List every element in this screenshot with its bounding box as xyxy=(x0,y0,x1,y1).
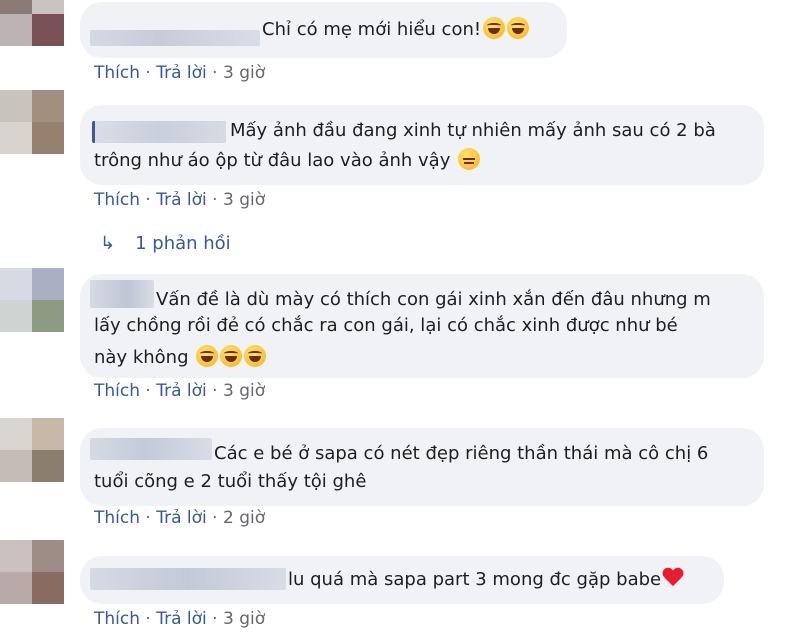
avatar-pixel xyxy=(0,418,32,450)
comment-text-line: Chỉ có mẹ mới hiểu con! xyxy=(262,19,482,40)
comment-text-line: lấy chồng rồi đẻ có chắc ra con gái, lại… xyxy=(94,315,678,336)
like-link[interactable]: Thích xyxy=(94,381,140,401)
avatar[interactable] xyxy=(0,268,64,332)
comment-text: lấy chồng rồi đẻ có chắc ra con gái, lại… xyxy=(94,310,678,374)
comment-actions: Thích · Trả lời · 3 giờ xyxy=(94,381,266,401)
reply-link[interactable]: Trả lời xyxy=(156,508,207,528)
avatar[interactable] xyxy=(0,540,64,604)
avatar-pixel xyxy=(32,572,64,604)
reply-link[interactable]: Trả lời xyxy=(156,63,207,83)
avatar-pixel xyxy=(0,0,32,14)
avatar-pixel xyxy=(0,300,32,332)
avatar-pixel xyxy=(32,450,64,482)
like-link[interactable]: Thích xyxy=(94,190,140,210)
timestamp[interactable]: 3 giờ xyxy=(223,609,265,629)
author-name[interactable] xyxy=(90,280,154,308)
like-link[interactable]: Thích xyxy=(94,609,140,629)
comment-text: Chỉ có mẹ mới hiểu con! xyxy=(262,14,530,46)
reply-link[interactable]: Trả lời xyxy=(156,381,207,401)
rolling-laughing-icon xyxy=(507,17,530,39)
avatar-pixel xyxy=(0,450,32,482)
red-heart-icon xyxy=(662,568,684,588)
comment-actions: Thích · Trả lời · 3 giờ xyxy=(94,63,266,83)
like-link[interactable]: Thích xyxy=(94,63,140,83)
avatar-pixel xyxy=(0,268,32,300)
like-link[interactable]: Thích xyxy=(94,508,140,528)
timestamp[interactable]: 3 giờ xyxy=(223,190,265,210)
comment-text: tuổi cõng e 2 tuổi thấy tội ghê xyxy=(94,466,366,498)
rolling-laughing-icon xyxy=(483,17,506,39)
tears-of-joy-icon xyxy=(244,345,267,367)
comment-text: Mấy ảnh đầu đang xinh tự nhiên mấy ảnh s… xyxy=(230,115,716,147)
avatar-pixel xyxy=(32,90,64,122)
tears-of-joy-icon xyxy=(220,345,243,367)
comment-actions: Thích · Trả lời · 3 giờ xyxy=(94,609,266,629)
comment-text-line: Mấy ảnh đầu đang xinh tự nhiên mấy ảnh s… xyxy=(230,120,716,141)
avatar-pixel xyxy=(0,122,32,154)
comment-bubble: Chỉ có mẹ mới hiểu con! xyxy=(80,2,567,58)
timestamp[interactable]: 3 giờ xyxy=(223,63,265,83)
timestamp[interactable]: 3 giờ xyxy=(223,381,265,401)
avatar-pixel xyxy=(32,0,64,14)
reply-link[interactable]: Trả lời xyxy=(156,609,207,629)
avatar-pixel xyxy=(0,14,32,46)
avatar-pixel xyxy=(32,122,64,154)
avatar-pixel xyxy=(0,572,32,604)
comment-bubble: Các e bé ở sapa có nét đẹp riêng thần th… xyxy=(80,428,764,506)
author-name[interactable] xyxy=(92,121,226,143)
comment-bubble: Vấn đề là dù mày có thích con gái xinh x… xyxy=(80,274,764,378)
avatar-pixel xyxy=(32,300,64,332)
avatar-pixel xyxy=(32,268,64,300)
comment-bubble: lu quá mà sapa part 3 mong đc gặp babe xyxy=(80,556,724,604)
comment-text-line: lu quá mà sapa part 3 mong đc gặp babe xyxy=(288,569,662,590)
comment-text-line: này không xyxy=(94,347,189,368)
avatar-pixel xyxy=(0,90,32,122)
view-replies-label[interactable]: 1 phản hồi xyxy=(135,233,231,254)
comment-bubble: Mấy ảnh đầu đang xinh tự nhiên mấy ảnh s… xyxy=(80,105,764,185)
author-name[interactable] xyxy=(90,438,212,460)
author-name[interactable] xyxy=(90,568,286,590)
comment-actions: Thích · Trả lời · 3 giờ xyxy=(94,190,266,210)
avatar[interactable] xyxy=(0,90,64,154)
comment-text-line: tuổi cõng e 2 tuổi thấy tội ghê xyxy=(94,471,367,492)
view-replies-link[interactable]: ↳ 1 phản hồi xyxy=(100,233,231,254)
avatar-pixel xyxy=(32,14,64,46)
unamused-face-icon xyxy=(458,148,481,170)
comment-text: lu quá mà sapa part 3 mong đc gặp babe xyxy=(288,564,684,596)
avatar-pixel xyxy=(0,540,32,572)
author-name[interactable] xyxy=(90,30,260,46)
avatar[interactable] xyxy=(0,0,64,46)
avatar-pixel xyxy=(32,540,64,572)
avatar[interactable] xyxy=(0,418,64,482)
tears-of-joy-icon xyxy=(196,345,219,367)
comment-text: trông như áo ộp từ đâu lao vào ảnh vậy xyxy=(94,145,481,177)
reply-link[interactable]: Trả lời xyxy=(156,190,207,210)
comment-text-line: trông như áo ộp từ đâu lao vào ảnh vậy xyxy=(94,150,451,171)
comment-actions: Thích · Trả lời · 2 giờ xyxy=(94,508,266,528)
timestamp[interactable]: 2 giờ xyxy=(223,508,265,528)
reply-arrow-icon: ↳ xyxy=(100,233,116,254)
avatar-pixel xyxy=(32,418,64,450)
